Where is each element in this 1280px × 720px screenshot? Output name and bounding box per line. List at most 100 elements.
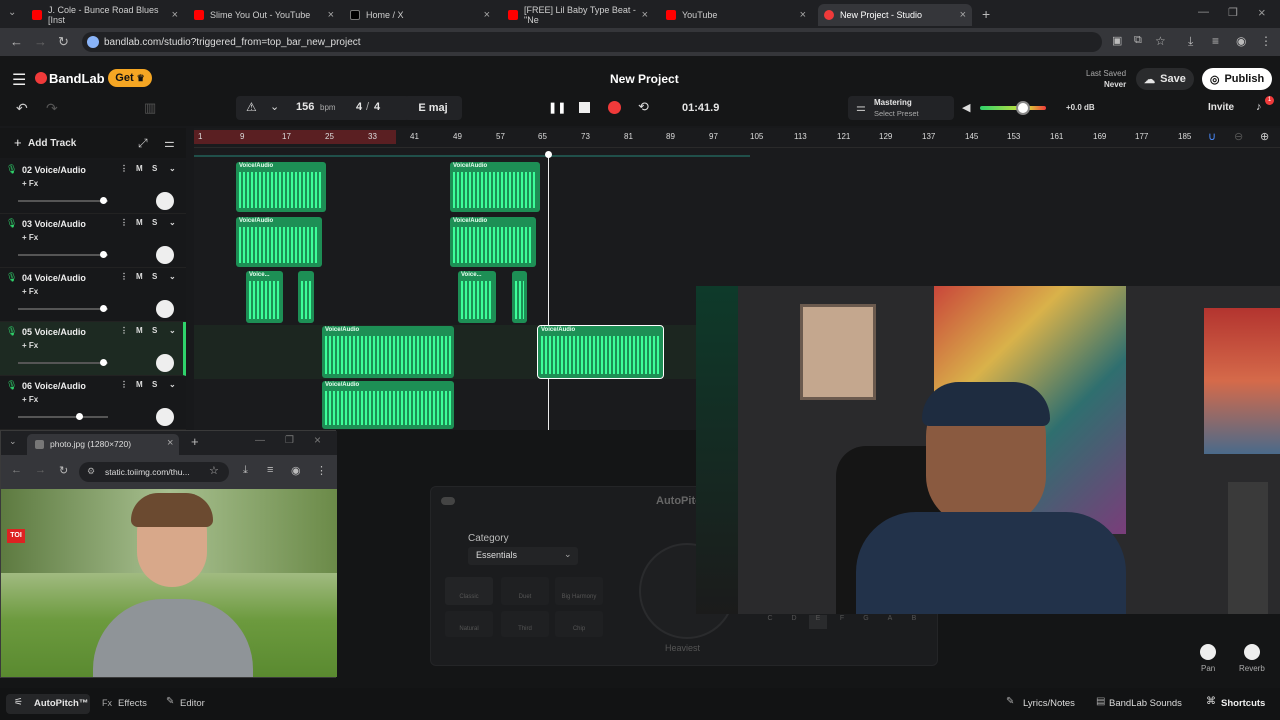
solo-button[interactable]: S bbox=[152, 218, 157, 227]
add-fx-button[interactable]: + Fx bbox=[22, 233, 38, 242]
playlist-icon[interactable]: ≡ bbox=[267, 464, 273, 476]
add-fx-button[interactable]: + Fx bbox=[22, 341, 38, 350]
preset-duet[interactable]: Duet bbox=[501, 577, 549, 605]
track-row[interactable]: 🎙 04 Voice/Audio + Fx ⋮ M S ⌄ bbox=[0, 268, 186, 322]
preset-chip[interactable]: Chip bbox=[555, 611, 603, 637]
audio-clip[interactable]: Voice/Audio bbox=[322, 381, 454, 429]
reload-icon[interactable]: ↻ bbox=[59, 464, 68, 477]
shortcuts-button[interactable]: Shortcuts bbox=[1221, 698, 1265, 709]
reload-icon[interactable]: ↻ bbox=[58, 34, 69, 50]
master-volume-handle[interactable] bbox=[1016, 101, 1030, 115]
track-menu-icon[interactable]: ⋮ bbox=[120, 380, 128, 389]
audio-clip[interactable]: Voice/Audio bbox=[322, 326, 454, 378]
site-info-icon[interactable]: ⚙ bbox=[87, 466, 95, 477]
slider-handle[interactable] bbox=[100, 197, 107, 204]
audio-clip[interactable]: Voice/Audio bbox=[236, 217, 322, 267]
install-icon[interactable]: ⧉ bbox=[1134, 34, 1142, 47]
key-selector[interactable]: E maj bbox=[404, 96, 462, 120]
time-sig-numerator[interactable]: 4 bbox=[356, 101, 362, 113]
slider-handle[interactable] bbox=[100, 305, 107, 312]
close-icon[interactable]: × bbox=[172, 9, 178, 21]
pan-knob[interactable] bbox=[1200, 644, 1216, 660]
mute-button[interactable]: M bbox=[136, 326, 143, 335]
category-select[interactable]: Essentials ⌄ bbox=[468, 547, 578, 565]
master-volume-slider[interactable] bbox=[980, 106, 1046, 110]
tab-3[interactable]: Home / X × bbox=[344, 4, 496, 26]
key-b[interactable]: B bbox=[905, 615, 923, 629]
new-tab-icon[interactable]: + bbox=[191, 434, 199, 449]
ruler[interactable]: 1 9 17 25 33 41 49 57 65 73 81 89 97 105… bbox=[194, 128, 1280, 148]
track-volume-slider[interactable] bbox=[18, 305, 108, 312]
menu-kebab-icon[interactable]: ⋮ bbox=[316, 464, 327, 477]
record-icon[interactable] bbox=[608, 101, 621, 114]
track-row-selected[interactable]: 🎙 05 Voice/Audio + Fx ⋮ M S ⌄ bbox=[0, 322, 186, 376]
mixer-icon[interactable]: ▥ bbox=[144, 100, 156, 116]
solo-button[interactable]: S bbox=[152, 326, 157, 335]
pan-knob[interactable] bbox=[156, 300, 174, 318]
track-volume-slider[interactable] bbox=[18, 359, 108, 366]
solo-button[interactable]: S bbox=[152, 272, 157, 281]
forward-icon[interactable]: → bbox=[34, 34, 47, 49]
bandlab-sounds-button[interactable]: BandLab Sounds bbox=[1109, 698, 1182, 709]
automation-icon[interactable]: ⤢ bbox=[138, 136, 148, 151]
hamburger-menu-icon[interactable]: ☰ bbox=[12, 70, 26, 90]
mastering-button[interactable]: ⚌ Mastering Select Preset bbox=[848, 96, 954, 120]
key-a[interactable]: A bbox=[881, 615, 899, 629]
pause-icon[interactable]: ❚❚ bbox=[548, 101, 566, 114]
save-button[interactable]: ☁ Save bbox=[1136, 68, 1194, 90]
track-settings-icon[interactable]: ⚌ bbox=[164, 136, 175, 150]
track-volume-slider[interactable] bbox=[18, 251, 108, 258]
popup-tab[interactable]: photo.jpg (1280×720) × bbox=[27, 434, 179, 455]
mute-button[interactable]: M bbox=[136, 164, 143, 173]
slider-handle[interactable] bbox=[100, 359, 107, 366]
solo-button[interactable]: S bbox=[152, 164, 157, 173]
bell-icon[interactable]: ♪ bbox=[1256, 101, 1262, 113]
preset-third[interactable]: Third bbox=[501, 611, 549, 637]
track-name[interactable]: 03 Voice/Audio bbox=[22, 219, 86, 229]
metronome-icon[interactable]: ⚠ bbox=[246, 100, 257, 114]
effects-tab[interactable]: Effects bbox=[118, 698, 147, 709]
tab-1[interactable]: J. Cole - Bunce Road Blues [Inst × bbox=[26, 4, 184, 26]
close-icon[interactable]: × bbox=[642, 9, 648, 21]
chevron-down-icon[interactable]: ⌄ bbox=[169, 380, 176, 389]
track-menu-icon[interactable]: ⋮ bbox=[120, 164, 128, 173]
track-row[interactable]: 🎙 06 Voice/Audio + Fx ⋮ M S ⌄ bbox=[0, 376, 186, 430]
loop-icon[interactable]: ⟲ bbox=[638, 99, 649, 115]
track-menu-icon[interactable]: ⋮ bbox=[120, 272, 128, 281]
key-g[interactable]: G bbox=[857, 615, 875, 629]
track-volume-slider[interactable] bbox=[18, 413, 108, 420]
audio-clip[interactable]: Voice/Audio bbox=[450, 162, 540, 212]
playlist-icon[interactable]: ≡ bbox=[1212, 34, 1219, 48]
audio-clip[interactable] bbox=[298, 271, 314, 323]
close-window-icon[interactable]: × bbox=[1258, 5, 1266, 20]
track-menu-icon[interactable]: ⋮ bbox=[120, 218, 128, 227]
add-track-button[interactable]: Add Track bbox=[28, 138, 76, 149]
preset-classic[interactable]: Classic bbox=[445, 577, 493, 605]
track-name[interactable]: 05 Voice/Audio bbox=[22, 327, 86, 337]
solo-button[interactable]: S bbox=[152, 380, 157, 389]
undo-icon[interactable]: ↶ bbox=[16, 100, 28, 117]
get-membership-button[interactable]: Get ♛ bbox=[108, 69, 152, 87]
back-icon[interactable]: ← bbox=[11, 464, 22, 476]
audio-clip[interactable]: Voice... bbox=[458, 271, 496, 323]
pan-knob[interactable] bbox=[156, 408, 174, 426]
loop-region[interactable] bbox=[194, 130, 396, 144]
track-name[interactable]: 02 Voice/Audio bbox=[22, 165, 86, 175]
invite-button[interactable]: Invite bbox=[1208, 102, 1234, 113]
preset-big-harmony[interactable]: Big Harmony bbox=[555, 577, 603, 605]
track-name[interactable]: 06 Voice/Audio bbox=[22, 381, 86, 391]
maximize-icon[interactable]: ❐ bbox=[285, 435, 294, 446]
new-tab-icon[interactable]: + bbox=[982, 6, 990, 22]
redo-icon[interactable]: ↷ bbox=[46, 100, 58, 117]
tab-4[interactable]: [FREE] Lil Baby Type Beat - "Ne × bbox=[502, 4, 654, 26]
menu-kebab-icon[interactable]: ⋮ bbox=[1260, 34, 1272, 48]
minimize-icon[interactable]: — bbox=[1198, 6, 1209, 18]
project-title[interactable]: New Project bbox=[610, 72, 679, 86]
audio-clip-selected[interactable]: Voice/Audio bbox=[537, 325, 664, 379]
bookmark-star-icon[interactable]: ☆ bbox=[209, 464, 219, 477]
close-icon[interactable]: × bbox=[800, 9, 806, 21]
time-sig-denominator[interactable]: 4 bbox=[374, 101, 380, 113]
track-name[interactable]: 04 Voice/Audio bbox=[22, 273, 86, 283]
autopitch-tab[interactable]: ⚟ AutoPitch™ bbox=[6, 694, 90, 714]
track-row[interactable]: 🎙 02 Voice/Audio + Fx ⋮ M S ⌄ bbox=[0, 160, 186, 214]
